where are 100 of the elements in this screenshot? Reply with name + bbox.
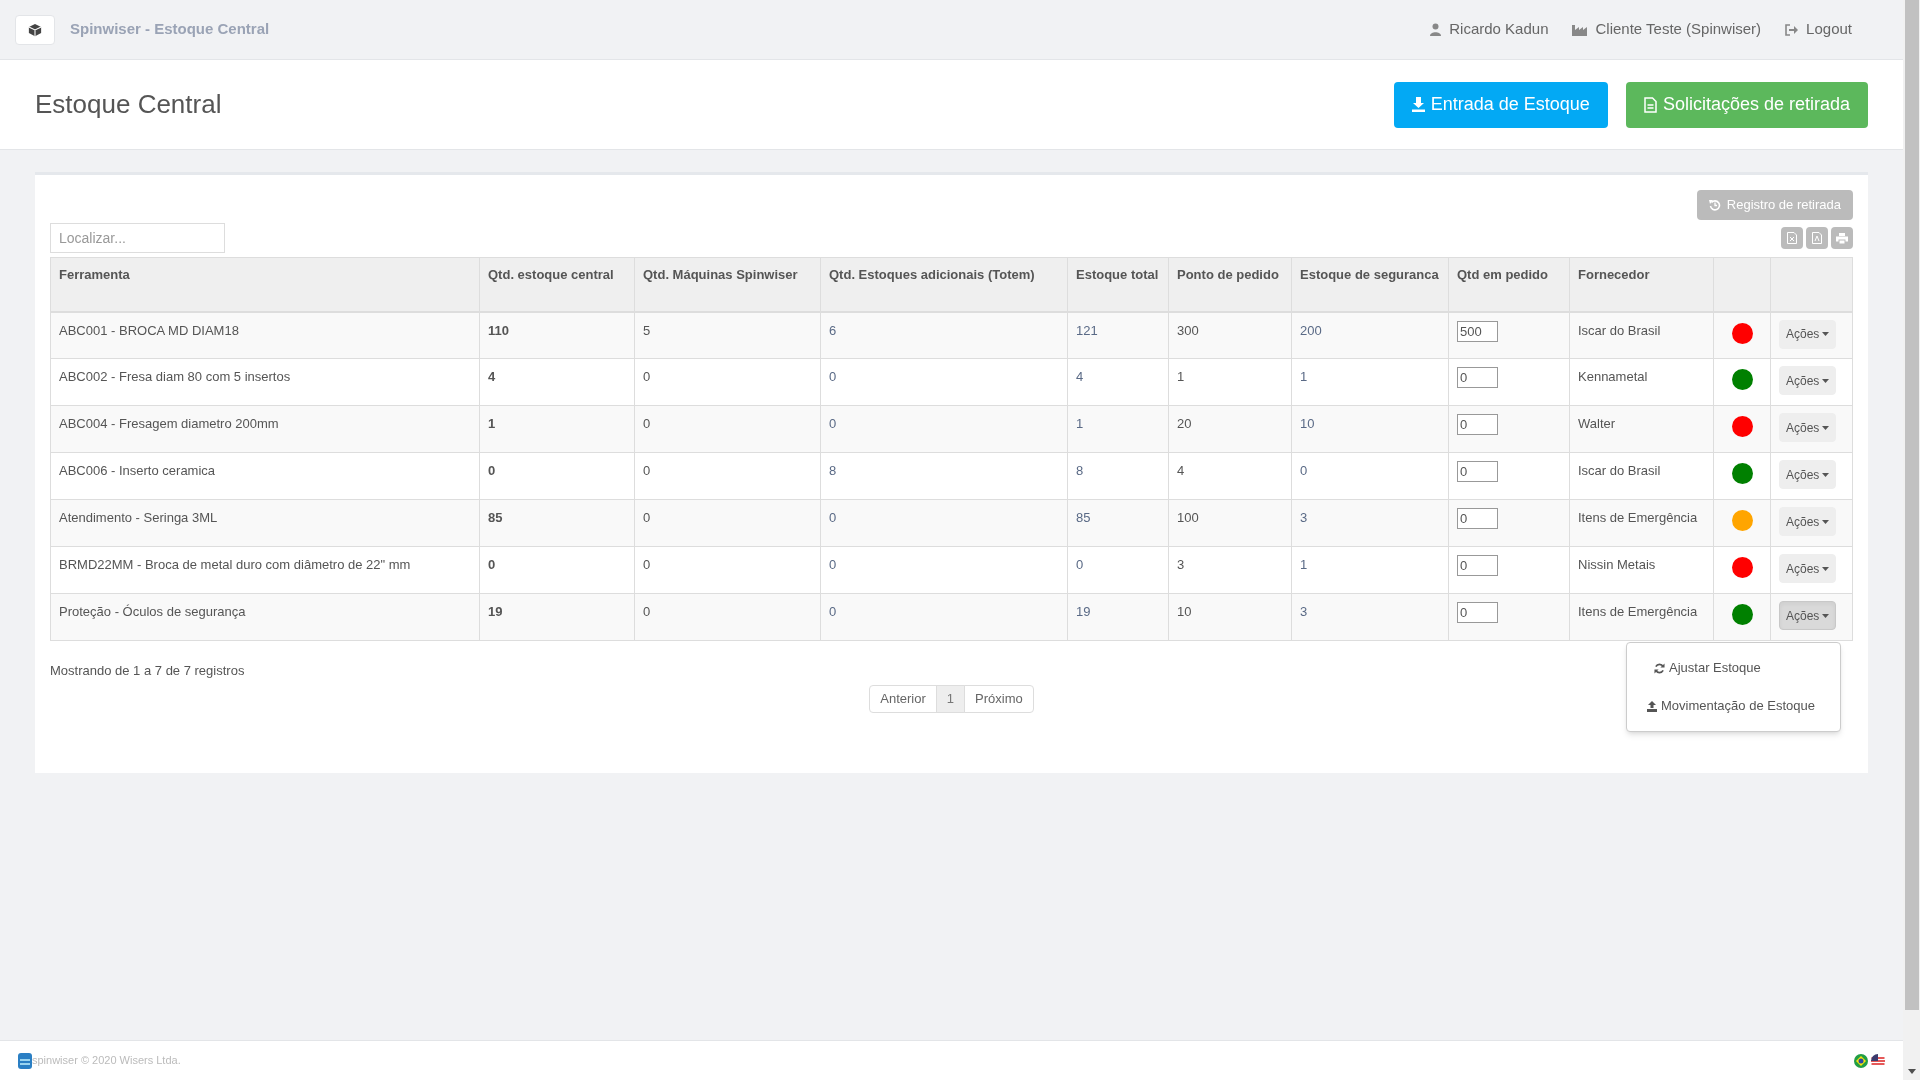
table-cell: 300: [1168, 311, 1292, 359]
download-icon: [1411, 97, 1425, 112]
table-cell: Iscar do Brasil: [1569, 452, 1714, 500]
actions-button[interactable]: Ações: [1779, 601, 1837, 630]
search-field[interactable]: Localizar...: [50, 223, 225, 253]
table-cell: 4: [1067, 358, 1169, 406]
column-header: Estoque total: [1067, 257, 1169, 312]
logout-icon: [1785, 23, 1799, 36]
table-cell: 8: [820, 452, 1068, 500]
table-cell: 0: [1291, 452, 1449, 500]
table-cell: 0: [634, 452, 821, 500]
table-cell: 85: [1067, 499, 1169, 547]
logout-link[interactable]: Logout: [1806, 18, 1852, 41]
brazil-flag-icon[interactable]: [1854, 1053, 1868, 1068]
home-button[interactable]: [15, 14, 55, 45]
column-header: Estoque de seguranca: [1291, 257, 1449, 312]
table-cell: Proteção - Óculos de segurança: [50, 593, 480, 641]
table-cell: 1: [1291, 546, 1449, 594]
column-header: Ponto de pedido: [1168, 257, 1292, 312]
user-link[interactable]: Ricardo Kadun: [1449, 18, 1549, 41]
table-cell: Itens de Emergência: [1569, 499, 1714, 547]
table-cell: 3: [1291, 593, 1449, 641]
factory-icon: [1572, 23, 1588, 36]
history-icon: [1708, 199, 1721, 211]
table-cell: 3: [1291, 499, 1449, 547]
pdf-file-icon: [1812, 232, 1822, 244]
quantity-input[interactable]: 500: [1457, 320, 1498, 342]
table-cell: 8: [1067, 452, 1169, 500]
table-cell: 6: [820, 311, 1068, 359]
quantity-input[interactable]: 0: [1457, 414, 1498, 435]
table-cell: 4: [479, 358, 635, 406]
table-cell: Itens de Emergência: [1569, 593, 1714, 641]
table-cell: 0: [634, 405, 821, 453]
scroll-down-icon[interactable]: [1907, 1069, 1916, 1074]
actions-button[interactable]: Ações: [1779, 319, 1837, 349]
refresh-icon: [1654, 662, 1665, 674]
caret-icon: [1822, 566, 1830, 571]
table-cell: ABC004 - Fresagem diametro 200mm: [50, 405, 480, 453]
column-header: Ferramenta: [50, 257, 480, 312]
quantity-input[interactable]: 0: [1457, 461, 1498, 482]
table-cell: 0: [1067, 546, 1169, 594]
actions-button[interactable]: Ações: [1779, 366, 1837, 395]
table-cell: 0: [820, 593, 1068, 641]
printer-icon: [1836, 232, 1848, 244]
column-header: Qtd. Estoques adicionais (Totem): [820, 257, 1068, 312]
table-cell: 1: [1168, 358, 1292, 406]
records-info: Mostrando de 1 a 7 de 7 registros: [50, 662, 245, 680]
quantity-input[interactable]: 0: [1457, 555, 1498, 576]
table-cell: 1: [1067, 405, 1169, 453]
client-link[interactable]: Cliente Teste (Spinwiser): [1595, 18, 1762, 41]
caret-icon: [1822, 519, 1830, 524]
table-cell: 1: [1291, 358, 1449, 406]
caret-icon: [1822, 613, 1830, 618]
document-icon: [1643, 96, 1657, 113]
table-cell: 0: [479, 452, 635, 500]
cube-icon: [28, 22, 42, 37]
column-header: Fornecedor: [1569, 257, 1714, 312]
table-cell: 121: [1067, 311, 1169, 359]
table-cell: 19: [479, 593, 635, 641]
actions-button[interactable]: Ações: [1779, 413, 1837, 442]
table-cell: 0: [820, 405, 1068, 453]
actions-button[interactable]: Ações: [1779, 507, 1837, 536]
table-cell: Iscar do Brasil: [1569, 311, 1714, 359]
table-cell: Atendimento - Seringa 3ML: [50, 499, 480, 547]
table-cell: 200: [1291, 311, 1449, 359]
quantity-input[interactable]: 0: [1457, 367, 1498, 388]
page-button[interactable]: Próximo: [964, 684, 1034, 713]
column-header: Qtd. estoque central: [479, 257, 635, 312]
upload-icon: [1647, 700, 1657, 712]
table-cell: 0: [479, 546, 635, 594]
table-cell: 0: [634, 593, 821, 641]
table-cell: 10: [1291, 405, 1449, 453]
page-title: Estoque Central: [35, 88, 222, 121]
table-cell: 0: [634, 499, 821, 547]
caret-icon: [1822, 472, 1830, 477]
table-cell: 5: [634, 311, 821, 359]
table-cell: 110: [479, 311, 635, 359]
usa-flag-icon[interactable]: [1871, 1053, 1885, 1068]
menu-item[interactable]: Ajustar Estoque: [1627, 649, 1840, 687]
page-button[interactable]: Anterior: [869, 684, 937, 713]
table-cell: ABC001 - BROCA MD DIAM18: [50, 311, 480, 359]
quantity-input[interactable]: 0: [1457, 508, 1498, 529]
page-button[interactable]: 1: [935, 684, 966, 713]
actions-button[interactable]: Ações: [1779, 460, 1837, 489]
actions-button[interactable]: Ações: [1779, 554, 1837, 583]
table-cell: 0: [634, 358, 821, 406]
table-cell: 20: [1168, 405, 1292, 453]
quantity-input[interactable]: 0: [1457, 602, 1498, 623]
table-cell: 0: [820, 358, 1068, 406]
table-cell: 19: [1067, 593, 1169, 641]
table-cell: 0: [634, 546, 821, 594]
table-cell: BRMD22MM - Broca de metal duro com diâmetro de 22" mm: [50, 546, 480, 594]
menu-item[interactable]: Movimentação de Estoque: [1627, 687, 1840, 725]
table-cell: Kennametal: [1569, 358, 1714, 406]
copyright-text: spinwiser © 2020 Wisers Ltda.: [32, 1053, 181, 1069]
caret-icon: [1822, 332, 1830, 336]
table-cell: 10: [1168, 593, 1292, 641]
user-icon: [1430, 23, 1442, 36]
table-cell: 3: [1168, 546, 1292, 594]
caret-icon: [1822, 378, 1830, 383]
